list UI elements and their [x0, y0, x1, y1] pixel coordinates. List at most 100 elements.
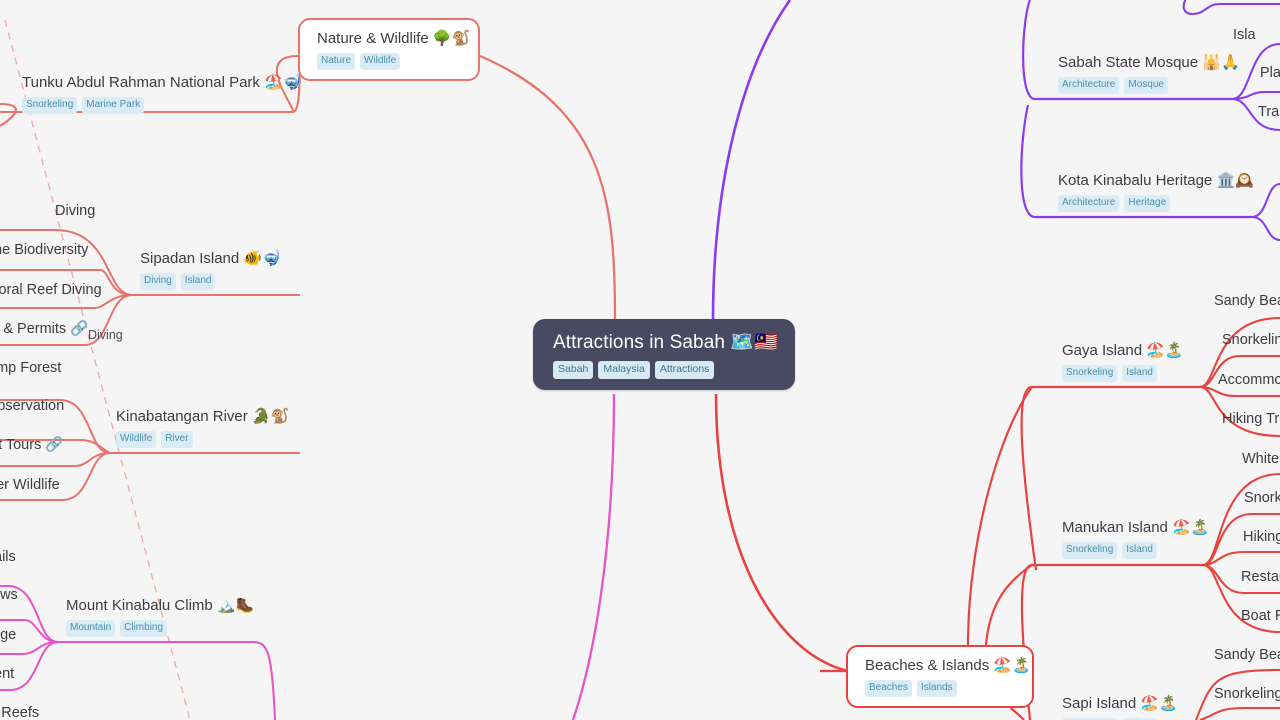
link-heritage-trunkleft	[1020, 104, 1036, 219]
node-tag[interactable]: Heritage	[1124, 195, 1171, 212]
node-tag[interactable]: Wildlife	[360, 53, 401, 70]
branch-node-nature-wildlife[interactable]: Nature & Wildlife 🌳🐒 Nature Wildlife	[298, 18, 480, 81]
leaf-permits[interactable]: ns & Permits 🔗	[0, 320, 88, 338]
leaf-coral-reef-diving[interactable]: Coral Reef Diving	[0, 281, 102, 299]
node-tag[interactable]: Diving	[140, 273, 176, 290]
node-tag[interactable]: Snorkeling	[22, 97, 78, 114]
node-title: Sapi Island 🏖️🏝️	[1062, 695, 1178, 712]
node-tag-list: Snorkeling Island	[1062, 365, 1184, 382]
node-title: Sabah State Mosque 🕌🙏	[1058, 54, 1240, 71]
node-kinabatangan-river[interactable]: Kinabatangan River 🐊🐒 Wildlife River	[116, 407, 289, 448]
link-manukan-child-3	[1202, 550, 1280, 567]
leaf-swamp-forest[interactable]: amp Forest	[0, 359, 61, 377]
root-tag[interactable]: Sabah	[553, 361, 594, 379]
link-purple-top-partial	[1191, 2, 1280, 16]
node-tag[interactable]: Architecture	[1058, 77, 1120, 94]
node-mount-kinabalu-climb[interactable]: Mount Kinabalu Climb 🏔️🥾 Mountain Climbi…	[66, 596, 254, 637]
node-tag[interactable]: Islands	[916, 680, 957, 697]
leaf-manukan-boat-rides[interactable]: Boat R	[1241, 607, 1280, 625]
node-tag[interactable]: Nature	[317, 53, 356, 70]
leaf-gaya-snorkeling[interactable]: Snorkeling	[1222, 331, 1280, 349]
leaf-mosque-tradition[interactable]: Tra	[1258, 103, 1279, 121]
branch-node-beaches-islands[interactable]: Beaches & Islands 🏖️🏝️ Beaches Islands	[846, 645, 1034, 708]
link-purple-top-curve	[1182, 0, 1193, 16]
node-tag[interactable]: Beaches	[865, 680, 912, 697]
node-tag-list: Architecture Mosque	[1058, 77, 1240, 94]
leaf-sapi-snorkeling[interactable]: Snorkeling	[1214, 685, 1280, 703]
node-tag[interactable]: Climbing	[120, 620, 168, 637]
leaf-boat-tours[interactable]: at Tours 🔗	[0, 436, 63, 454]
leaf-manukan-white-sand[interactable]: White	[1242, 450, 1279, 468]
node-title: Beaches & Islands 🏖️🏝️	[865, 657, 1031, 674]
leaf-views[interactable]: ews	[0, 586, 18, 604]
root-tag[interactable]: Malaysia	[598, 361, 650, 379]
link-kina-child-3	[0, 452, 111, 467]
node-title: Kinabatangan River 🐊🐒	[116, 408, 290, 425]
node-tag[interactable]: Snorkeling	[1062, 542, 1118, 559]
link-root-nature	[479, 54, 617, 320]
leaf-mosque-islamic[interactable]: Isla	[1233, 26, 1256, 44]
root-node[interactable]: Attractions in Sabah 🗺️🇲🇾 Sabah Malaysia…	[533, 319, 795, 390]
root-title: Attractions in Sabah 🗺️🇲🇾	[553, 332, 778, 353]
node-tag[interactable]: Island	[180, 273, 216, 290]
leaf-gaya-hiking-trails[interactable]: Hiking Tra	[1222, 410, 1280, 428]
node-manukan-island[interactable]: Manukan Island 🏖️🏝️ Snorkeling Island	[1062, 518, 1209, 559]
link-heritage-child-2	[1251, 215, 1280, 242]
node-title: Tunku Abdul Rahman National Park 🏖️🤿	[22, 74, 302, 91]
leaf-gaya-accommodation[interactable]: Accommo	[1218, 371, 1280, 389]
leaf-sapi-sandy-beaches[interactable]: Sandy Bea	[1214, 646, 1280, 664]
leaf-observation[interactable]: Observation	[0, 397, 64, 415]
leaf-trails[interactable]: ails	[0, 548, 16, 566]
node-tag-list: Mountain Climbing	[66, 620, 254, 637]
leaf-diving-mid[interactable]: Diving	[88, 326, 123, 344]
node-title: Nature & Wildlife 🌳🐒	[317, 30, 471, 47]
root-tag[interactable]: Attractions	[654, 361, 715, 379]
node-tag-list: Snorkeling Marine Park	[22, 97, 301, 114]
node-tag[interactable]: Island	[1122, 542, 1157, 559]
node-tag-list: Snorkeling Island	[1062, 542, 1209, 559]
leaf-manukan-restaurants[interactable]: Restau	[1241, 568, 1280, 586]
leaf-other-wildlife[interactable]: her Wildlife	[0, 476, 60, 494]
node-sipadan-island[interactable]: Sipadan Island 🐠🤿 Diving Island	[140, 249, 281, 290]
node-tag-list: Beaches Islands	[865, 680, 1016, 697]
node-tag-list: Diving Island	[140, 273, 281, 290]
root-tag-list: Sabah Malaysia Attractions	[553, 361, 775, 379]
leaf-mosque-place[interactable]: Pla	[1260, 64, 1280, 82]
leaf-coral-reefs[interactable]: l Reefs	[0, 704, 39, 720]
link-root-beaches	[714, 393, 849, 673]
link-heritage-child-1	[1251, 182, 1280, 219]
node-tag[interactable]: Island	[1122, 365, 1157, 382]
leaf-equipment[interactable]: ent	[0, 665, 14, 683]
leaf-gaya-sandy-beaches[interactable]: Sandy Bea	[1214, 292, 1280, 310]
mindmap-canvas[interactable]: Attractions in Sabah 🗺️🇲🇾 Sabah Malaysia…	[0, 0, 1280, 720]
link-manukan-child-1	[1202, 472, 1280, 567]
node-title: Kota Kinabalu Heritage 🏛️🕰️	[1058, 172, 1254, 189]
node-tag[interactable]: Architecture	[1058, 195, 1120, 212]
node-tag[interactable]: Wildlife	[116, 431, 157, 448]
node-tag-list: Nature Wildlife	[317, 53, 462, 70]
node-sabah-state-mosque[interactable]: Sabah State Mosque 🕌🙏 Architecture Mosqu…	[1058, 53, 1240, 94]
node-sapi-island[interactable]: Sapi Island 🏖️🏝️ Snorkeling Island	[1062, 694, 1178, 720]
link-root-mountain	[571, 393, 616, 720]
leaf-manukan-hiking[interactable]: Hiking	[1243, 528, 1280, 546]
node-tunku-abdul-rahman[interactable]: Tunku Abdul Rahman National Park 🏖️🤿 Sno…	[22, 73, 301, 114]
link-mosque-trunkleft	[1022, 0, 1036, 101]
link-sapi-child-2	[1199, 706, 1280, 720]
node-title: Sipadan Island 🐠🤿	[140, 250, 281, 267]
link-beaches-to-manukan	[984, 564, 1033, 646]
node-gaya-island[interactable]: Gaya Island 🏖️🏝️ Snorkeling Island	[1062, 341, 1184, 382]
link-tunku-branchleft	[0, 102, 17, 127]
node-kota-kinabalu-heritage[interactable]: Kota Kinabalu Heritage 🏛️🕰️ Architecture…	[1058, 171, 1254, 212]
node-tag[interactable]: River	[161, 431, 193, 448]
node-tag[interactable]: Marine Park	[82, 97, 145, 114]
leaf-manukan-snorkeling[interactable]: Snork	[1244, 489, 1280, 507]
leaf-range[interactable]: nge	[0, 626, 16, 644]
node-tag[interactable]: Mosque	[1124, 77, 1168, 94]
node-title: Gaya Island 🏖️🏝️	[1062, 342, 1184, 359]
leaf-diving-top[interactable]: Diving	[55, 202, 95, 220]
node-tag-list: Architecture Heritage	[1058, 195, 1254, 212]
node-tag[interactable]: Snorkeling	[1062, 365, 1118, 382]
leaf-marine-biodiversity[interactable]: rine Biodiversity	[0, 241, 88, 259]
link-beaches-to-gaya	[966, 386, 1033, 646]
node-tag[interactable]: Mountain	[66, 620, 116, 637]
